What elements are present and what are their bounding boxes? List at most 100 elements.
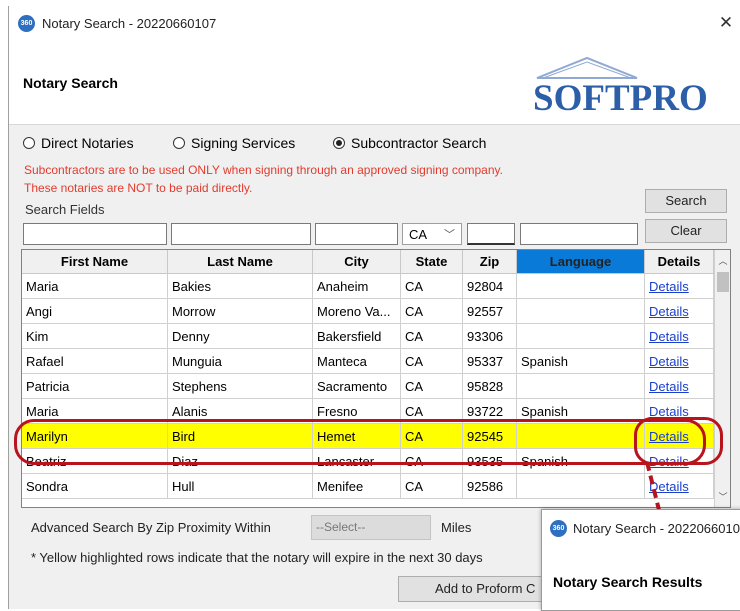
search-button[interactable]: Search [645, 189, 727, 213]
radio-subcontractor-search[interactable]: Subcontractor Search [333, 134, 486, 152]
cell-zip: 92804 [463, 274, 517, 299]
radio-circle-selected [333, 137, 345, 149]
table-row[interactable]: Maria Bakies Anaheim CA 92804 Details [22, 274, 714, 299]
table-row[interactable]: Angi Morrow Moreno Va... CA 92557 Details [22, 299, 714, 324]
table-row[interactable]: Rafael Munguia Manteca CA 95337 Spanish Detail… [22, 349, 714, 374]
cell-city: Moreno Va... [313, 299, 401, 324]
cell-city: Manteca [313, 349, 401, 374]
search-fields-label: Search Fields [25, 202, 105, 217]
table-row[interactable]: Maria Alanis Fresno CA 93722 Spanish Details [22, 399, 714, 424]
title-bar: 360 Notary Search - 20220660107 ✕ [9, 6, 740, 42]
col-last-name[interactable]: Last Name [168, 250, 313, 274]
table-row[interactable]: Sondra Hull Menifee CA 92586 Details [22, 474, 714, 499]
cell-details: Details [645, 424, 714, 449]
close-icon[interactable]: ✕ [715, 12, 737, 34]
table-row[interactable]: Beatriz Diaz Lancaster CA 93535 Spanish Detail… [22, 449, 714, 474]
cell-language [517, 274, 645, 299]
proximity-select[interactable]: --Select-- [311, 515, 431, 540]
cell-state: CA [401, 474, 463, 499]
cell-details: Details [645, 324, 714, 349]
cell-first-name: Angi [22, 299, 168, 324]
miles-label: Miles [441, 520, 472, 535]
cell-state: CA [401, 349, 463, 374]
window-title: Notary Search - 20220660107 [42, 16, 217, 31]
cell-first-name: Marilyn [22, 424, 168, 449]
city-input[interactable] [315, 223, 398, 245]
add-to-proform-button[interactable]: Add to Proform C [398, 576, 558, 602]
cell-last-name: Hull [168, 474, 313, 499]
cell-first-name: Maria [22, 399, 168, 424]
chevron-up-icon[interactable]: ︿ [715, 254, 730, 267]
preview-window-title: Notary Search - 20220660107 [573, 521, 740, 536]
cell-state: CA [401, 399, 463, 424]
cell-city: Sacramento [313, 374, 401, 399]
page-title: Notary Search [23, 75, 118, 91]
cell-zip: 95337 [463, 349, 517, 374]
cell-first-name: Beatriz [22, 449, 168, 474]
cell-language [517, 324, 645, 349]
table-row[interactable]: Patricia Stephens Sacramento CA 95828 Details [22, 374, 714, 399]
col-details[interactable]: Details [645, 250, 714, 274]
scroll-thumb[interactable] [717, 272, 729, 292]
cell-last-name: Munguia [168, 349, 313, 374]
cell-last-name: Morrow [168, 299, 313, 324]
details-link[interactable]: Details [649, 304, 689, 319]
radio-direct-notaries[interactable]: Direct Notaries [23, 134, 134, 152]
cell-last-name: Alanis [168, 399, 313, 424]
col-zip[interactable]: Zip [463, 250, 517, 274]
details-link[interactable]: Details [649, 404, 689, 419]
expiry-footnote: * Yellow highlighted rows indicate that … [31, 550, 483, 565]
language-input[interactable] [520, 223, 638, 245]
state-select-value: CA [409, 227, 428, 242]
cell-city: Bakersfield [313, 324, 401, 349]
last-name-input[interactable] [171, 223, 311, 245]
cell-first-name: Kim [22, 324, 168, 349]
col-city[interactable]: City [313, 250, 401, 274]
cell-details: Details [645, 274, 714, 299]
first-name-input[interactable] [23, 223, 167, 245]
radio-label: Signing Services [191, 135, 296, 151]
cell-first-name: Sondra [22, 474, 168, 499]
state-select[interactable]: CA ﹀ [402, 223, 462, 245]
preview-heading: Notary Search Results [553, 574, 703, 590]
details-link[interactable]: Details [649, 429, 689, 444]
cell-state: CA [401, 424, 463, 449]
details-link[interactable]: Details [649, 329, 689, 344]
cell-last-name: Diaz [168, 449, 313, 474]
cell-last-name: Stephens [168, 374, 313, 399]
cell-last-name: Bakies [168, 274, 313, 299]
cell-city: Hemet [313, 424, 401, 449]
cell-first-name: Patricia [22, 374, 168, 399]
details-link[interactable]: Details [649, 354, 689, 369]
radio-label: Direct Notaries [41, 135, 134, 151]
details-link[interactable]: Details [649, 279, 689, 294]
radio-signing-services[interactable]: Signing Services [173, 134, 295, 152]
cell-state: CA [401, 299, 463, 324]
cell-zip: 92557 [463, 299, 517, 324]
cell-zip: 92586 [463, 474, 517, 499]
vertical-scrollbar[interactable]: ︿ ﹀ [714, 250, 730, 507]
col-language[interactable]: Language [517, 250, 645, 274]
clear-button[interactable]: Clear [645, 219, 727, 243]
cell-state: CA [401, 374, 463, 399]
app-icon: 360 [18, 15, 35, 32]
softpro-logo: SOFTPRO [533, 56, 708, 116]
col-state[interactable]: State [401, 250, 463, 274]
col-first-name[interactable]: First Name [22, 250, 168, 274]
table-row[interactable]: Marilyn Bird Hemet CA 92545 Details [22, 424, 714, 449]
chevron-down-icon[interactable]: ﹀ [715, 490, 730, 503]
chevron-down-icon: ﹀ [444, 229, 455, 241]
cell-state: CA [401, 274, 463, 299]
cell-zip: 93306 [463, 324, 517, 349]
details-link[interactable]: Details [649, 379, 689, 394]
zip-input[interactable] [467, 223, 515, 245]
cell-details: Details [645, 374, 714, 399]
table-row[interactable]: Kim Denny Bakersfield CA 93306 Details [22, 324, 714, 349]
radio-circle [173, 137, 185, 149]
cell-language: Spanish [517, 349, 645, 374]
cell-details: Details [645, 399, 714, 424]
logo-text: SOFTPRO [533, 78, 708, 116]
zip-proximity-label: Advanced Search By Zip Proximity Within [31, 520, 271, 535]
cell-city: Menifee [313, 474, 401, 499]
cell-language: Spanish [517, 399, 645, 424]
